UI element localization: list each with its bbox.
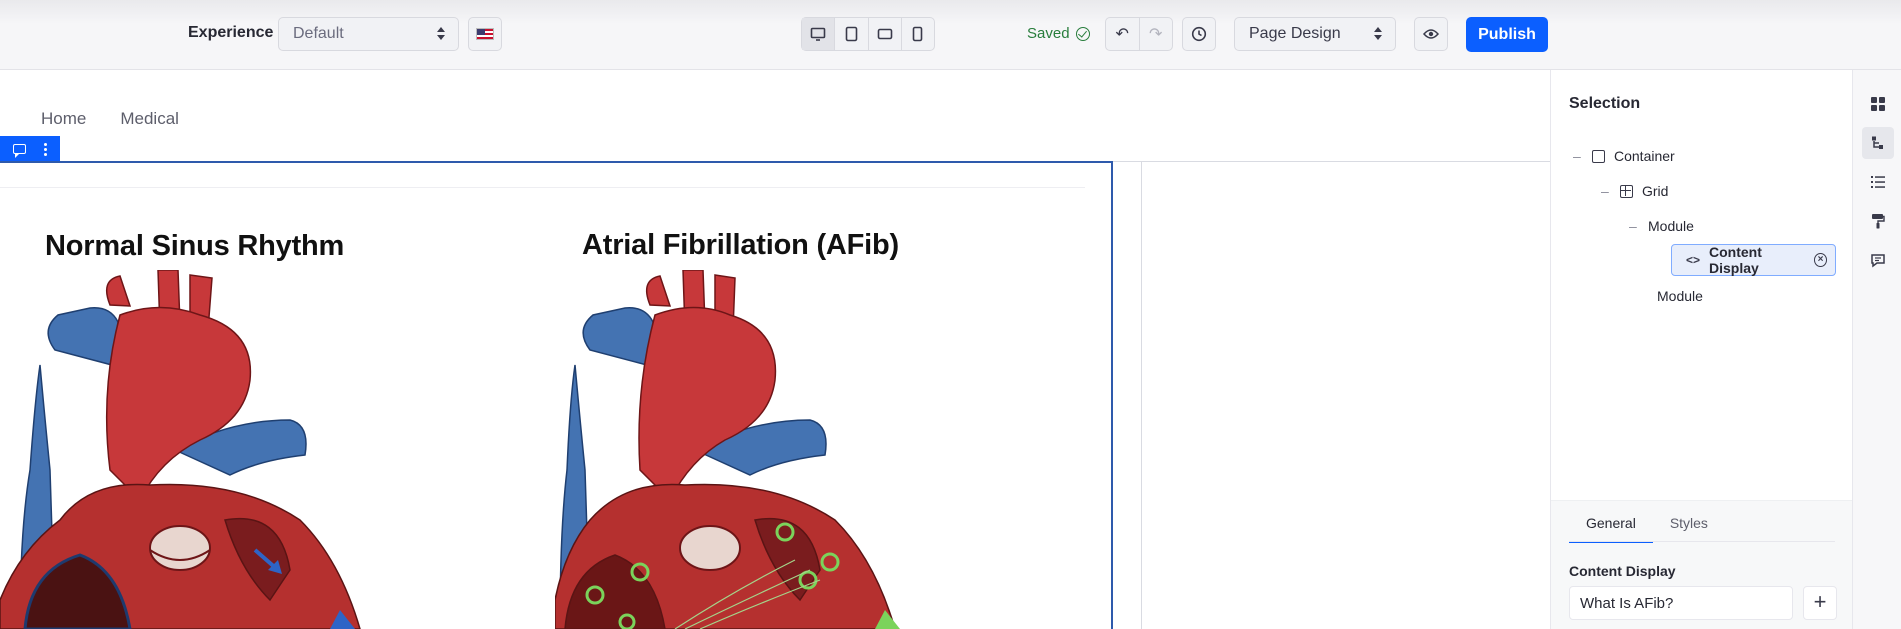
tree-item-module[interactable]: – Module xyxy=(1629,218,1694,234)
page-mode-value: Page Design xyxy=(1249,25,1341,42)
list-icon xyxy=(1871,176,1885,188)
normal-heart-image xyxy=(0,270,361,629)
fragment-topper xyxy=(0,136,60,162)
us-flag-icon xyxy=(476,28,494,40)
check-circle-icon xyxy=(1075,26,1090,41)
column-divider xyxy=(1141,161,1142,629)
tabs-divider xyxy=(1569,541,1835,542)
tree-item-label: Content Display xyxy=(1709,244,1762,276)
code-icon: <> xyxy=(1686,253,1701,267)
content-display-input[interactable] xyxy=(1569,586,1793,620)
hierarchy-icon xyxy=(1872,136,1883,149)
landscape-phone-icon xyxy=(877,28,892,40)
undo-redo-group: ↶ ↷ xyxy=(1105,17,1173,51)
redo-button[interactable]: ↷ xyxy=(1140,18,1173,50)
desktop-view-button[interactable] xyxy=(802,18,836,50)
config-tabs: General Styles xyxy=(1569,515,1725,543)
page-content-button[interactable] xyxy=(1862,166,1894,198)
select-caret-icon xyxy=(436,27,446,41)
look-and-feel-button[interactable] xyxy=(1862,205,1894,237)
undo-button[interactable]: ↶ xyxy=(1106,18,1140,50)
page-canvas: Home Medical Normal Sinus Rhythm Atrial … xyxy=(0,70,1550,629)
configuration-section: General Styles Content Display + xyxy=(1551,500,1853,629)
comments-button[interactable] xyxy=(1862,244,1894,276)
nav-item-home[interactable]: Home xyxy=(41,109,86,129)
tree-item-grid[interactable]: – Grid xyxy=(1601,183,1668,199)
tree-item-label: Container xyxy=(1614,148,1675,164)
collapse-icon[interactable]: – xyxy=(1573,148,1583,164)
content-display-label: Content Display xyxy=(1569,563,1676,579)
grid-icon xyxy=(1620,184,1633,198)
tab-styles[interactable]: Styles xyxy=(1653,515,1725,543)
grid-squares-icon xyxy=(1871,97,1885,111)
undo-icon: ↶ xyxy=(1115,26,1129,43)
add-content-button[interactable]: + xyxy=(1803,586,1837,620)
landscape-phone-view-button[interactable] xyxy=(869,18,902,50)
redo-icon: ↷ xyxy=(1149,26,1163,43)
select-caret-icon xyxy=(1373,27,1383,41)
tab-general[interactable]: General xyxy=(1569,515,1653,543)
tablet-view-button[interactable] xyxy=(835,18,869,50)
sidebar-icon-bar xyxy=(1852,70,1901,629)
page-mode-select[interactable]: Page Design xyxy=(1234,17,1396,51)
collapse-icon[interactable]: – xyxy=(1629,218,1639,234)
top-toolbar: Experience Default Saved ↶ ↷ Page Design… xyxy=(0,0,1901,70)
panel-title: Selection xyxy=(1569,95,1641,112)
tablet-icon xyxy=(845,26,858,42)
kebab-menu-icon[interactable] xyxy=(44,142,47,156)
close-circle-icon[interactable]: × xyxy=(1814,253,1827,267)
selection-panel: Selection – Container – Grid – Module <>… xyxy=(1550,70,1853,629)
afib-heading: Atrial Fibrillation (AFib) xyxy=(582,229,900,261)
eye-icon xyxy=(1423,29,1439,39)
paint-roller-icon xyxy=(1872,214,1885,229)
portrait-phone-icon xyxy=(913,26,923,42)
page-editor: Experience Default Saved ↶ ↷ Page Design… xyxy=(0,0,1901,629)
saved-label: Saved xyxy=(1027,25,1070,42)
container-icon xyxy=(1592,149,1605,163)
experience-select[interactable]: Default xyxy=(278,17,459,51)
history-clock-icon xyxy=(1191,26,1207,42)
tree-item-container[interactable]: – Container xyxy=(1573,148,1675,164)
fragments-widgets-button[interactable] xyxy=(1862,88,1894,120)
desktop-icon xyxy=(810,27,826,41)
tree-item-label: Module xyxy=(1657,288,1703,304)
tree-item-content-display[interactable]: <> Content Display × xyxy=(1671,244,1836,276)
tree-item-label: Module xyxy=(1648,218,1694,234)
preview-button[interactable] xyxy=(1414,17,1448,51)
column-divider xyxy=(1113,161,1550,162)
tree-item-module[interactable]: Module xyxy=(1657,288,1703,304)
saved-status: Saved xyxy=(1027,25,1090,42)
comment-icon xyxy=(1871,253,1885,267)
locale-button[interactable] xyxy=(468,17,502,51)
normal-sinus-rhythm-heading: Normal Sinus Rhythm xyxy=(45,230,345,262)
portrait-phone-view-button[interactable] xyxy=(902,18,934,50)
history-button[interactable] xyxy=(1182,17,1216,51)
device-preview-group xyxy=(801,17,935,51)
publish-button[interactable]: Publish xyxy=(1466,17,1548,52)
tree-item-label: Grid xyxy=(1642,183,1669,199)
site-navigation: Home Medical xyxy=(41,109,179,129)
browser-button[interactable] xyxy=(1862,127,1894,159)
divider xyxy=(0,187,1085,188)
plus-icon: + xyxy=(1813,589,1827,614)
afib-heart-image xyxy=(555,270,900,629)
collapse-icon[interactable]: – xyxy=(1601,183,1611,199)
experience-label: Experience xyxy=(188,24,274,41)
experience-select-value: Default xyxy=(293,25,344,42)
comment-icon[interactable] xyxy=(13,144,26,158)
nav-item-medical[interactable]: Medical xyxy=(120,109,179,129)
